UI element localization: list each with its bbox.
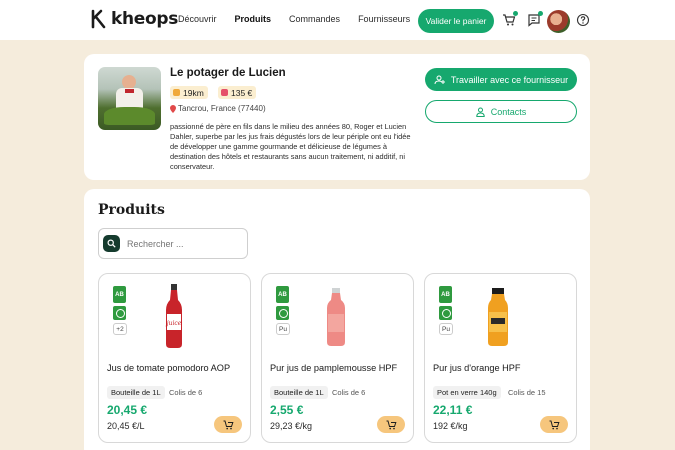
cart-notification-dot: [513, 11, 518, 16]
eu-organic-label-icon: [439, 306, 452, 320]
search-icon: [107, 239, 116, 248]
supplier-name: Le potager de Lucien: [170, 67, 286, 79]
product-card[interactable]: AB Pu Pur jus de pamplemousse HPF Boutei…: [261, 273, 414, 443]
product-card[interactable]: AB Pu Pur jus d'orange HPF Pot en verre …: [424, 273, 577, 443]
add-to-cart-icon: [223, 420, 233, 429]
user-avatar[interactable]: [547, 10, 570, 33]
product-price: 2,55 €: [270, 403, 304, 417]
product-price: 22,11 €: [433, 403, 473, 417]
help-icon[interactable]: [576, 13, 590, 27]
main-nav: Découvrir Produits Commandes Fournisseur…: [178, 14, 428, 24]
supplier-photo: [98, 67, 161, 130]
location-pin-icon: [170, 104, 176, 113]
products-title: Produits: [98, 202, 165, 218]
minimum-order-value: 135 €: [231, 87, 253, 98]
product-packaging: Colis de 6: [332, 388, 366, 397]
product-format: Pot en verre 140g: [433, 386, 501, 399]
search-button[interactable]: [103, 235, 120, 252]
location-text: Tancrou, France (77440): [178, 104, 266, 113]
minimum-order-badge: 135 €: [218, 86, 257, 99]
tomato-juice-bottle-image: juice: [165, 284, 182, 348]
product-format: Bouteille de 1L: [107, 386, 165, 399]
add-user-icon: [434, 75, 445, 84]
add-to-cart-icon: [549, 420, 559, 429]
ab-label-icon: AB: [439, 286, 452, 303]
top-nav-bar: kheops Découvrir Produits Commandes Four…: [0, 0, 675, 40]
brand-name: kheops: [111, 9, 179, 29]
product-card[interactable]: AB +2 juice Jus de tomate pomodoro AOP B…: [98, 273, 251, 443]
work-button-label: Travailler avec ce fournisseur: [450, 74, 569, 85]
nav-discover[interactable]: Découvrir: [178, 14, 217, 24]
orange-juice-bottle-image: [488, 288, 508, 346]
ab-label-icon: AB: [276, 286, 289, 303]
product-format: Bouteille de 1L: [270, 386, 328, 399]
product-labels: AB Pu: [439, 286, 453, 335]
svg-text:juice: juice: [165, 320, 182, 327]
product-search: [98, 228, 248, 259]
ab-label-icon: AB: [113, 286, 126, 303]
add-to-cart-button[interactable]: [377, 416, 405, 433]
user-icon: [476, 107, 485, 117]
product-name: Pur jus d'orange HPF: [433, 363, 521, 373]
product-labels: AB Pu: [276, 286, 290, 335]
supplier-location: Tancrou, France (77440): [170, 104, 266, 113]
distance-badge: 19km: [170, 86, 208, 99]
grapefruit-juice-bottle-image: [327, 288, 345, 346]
nav-orders[interactable]: Commandes: [289, 14, 340, 24]
product-unit-price: 20,45 €/L: [107, 421, 145, 431]
nav-products[interactable]: Produits: [235, 14, 272, 24]
search-input[interactable]: [127, 238, 237, 249]
contacts-button[interactable]: Contacts: [425, 100, 577, 123]
product-packaging: Colis de 15: [508, 388, 546, 397]
more-labels-badge: Pu: [276, 323, 290, 335]
product-price: 20,45 €: [107, 403, 148, 417]
nav-suppliers[interactable]: Fournisseurs: [358, 14, 410, 24]
product-name: Jus de tomate pomodoro AOP: [107, 363, 231, 373]
distance-icon: [173, 89, 180, 96]
contacts-button-label: Contacts: [490, 106, 527, 117]
product-name: Pur jus de pamplemousse HPF: [270, 363, 398, 373]
brand-logo[interactable]: kheops: [90, 9, 178, 29]
add-to-cart-icon: [386, 420, 396, 429]
more-labels-badge: +2: [113, 323, 127, 335]
add-to-cart-button[interactable]: [214, 416, 242, 433]
minimum-order-icon: [221, 89, 228, 96]
more-labels-badge: Pu: [439, 323, 453, 335]
eu-organic-label-icon: [276, 306, 289, 320]
message-notification-dot: [538, 11, 543, 16]
product-unit-price: 192 €/kg: [433, 421, 468, 431]
logo-icon: [91, 9, 106, 29]
eu-organic-label-icon: [113, 306, 126, 320]
distance-value: 19km: [183, 87, 204, 98]
work-with-supplier-button[interactable]: Travailler avec ce fournisseur: [425, 68, 577, 91]
supplier-card: Le potager de Lucien 19km 135 € Tancrou,…: [84, 54, 590, 180]
product-packaging: Colis de 6: [169, 388, 203, 397]
add-to-cart-button[interactable]: [540, 416, 568, 433]
validate-cart-button[interactable]: Valider le panier: [418, 9, 494, 33]
product-unit-price: 29,23 €/kg: [270, 421, 313, 431]
product-labels: AB +2: [113, 286, 127, 335]
supplier-description: passionné de père en fils dans le milieu…: [170, 122, 411, 171]
products-section: Produits AB +2 juice Jus de tomate pomod…: [84, 189, 590, 450]
